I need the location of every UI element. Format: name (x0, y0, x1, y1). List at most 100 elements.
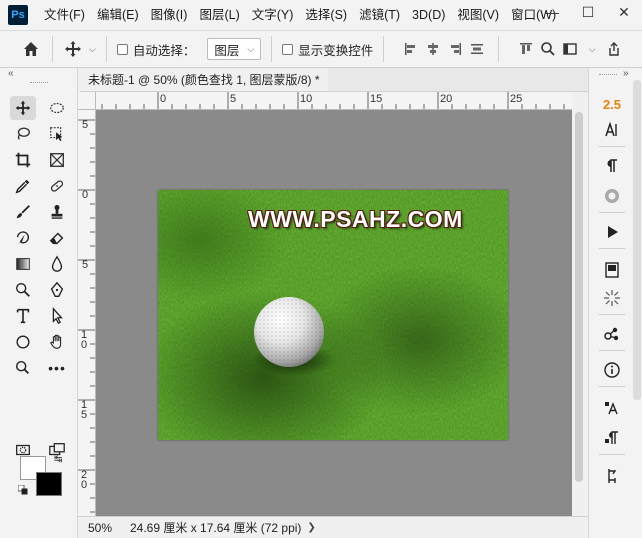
workspace-icon[interactable] (559, 38, 581, 60)
vertical-ruler-ticks (78, 119, 95, 513)
pen-icon[interactable] (44, 278, 70, 302)
menu-edit[interactable]: 编辑(E) (91, 0, 145, 30)
chevron-down-icon[interactable]: ⌵ (581, 38, 603, 60)
window-controls: — ☐ ✕ (534, 0, 642, 24)
vertical-ruler[interactable]: 5 0 5 10 15 20 (78, 110, 96, 516)
document-tab-title: 未标题-1 @ 50% (颜色查找 1, 图层蒙版/8) * (88, 73, 320, 87)
horizontal-ruler[interactable]: 0 5 10 15 20 25 (96, 92, 572, 110)
crop-icon[interactable] (10, 148, 36, 172)
auto-select-checkbox[interactable] (116, 43, 128, 55)
properties-icon[interactable] (599, 322, 625, 346)
home-icon[interactable] (20, 38, 42, 60)
menu-3d[interactable]: 3D(D) (406, 0, 451, 30)
history-brush-icon[interactable] (10, 226, 36, 250)
chevron-right-icon[interactable]: ❯ (307, 522, 315, 533)
collapse-panel-icon[interactable]: « (8, 68, 14, 79)
share-icon[interactable] (603, 38, 625, 60)
eraser-icon[interactable] (44, 226, 70, 250)
divider (599, 146, 625, 147)
menu-view[interactable]: 视图(V) (451, 0, 505, 30)
menu-file[interactable]: 文件(F) (38, 0, 91, 30)
path-selection-icon[interactable] (44, 304, 70, 328)
type-icon[interactable] (10, 304, 36, 328)
canvas-area[interactable]: WWW.PSAHZ.COM (96, 110, 572, 516)
character-styles-icon[interactable] (599, 396, 625, 420)
quick-mask-icon[interactable] (10, 438, 36, 462)
golf-ball (254, 297, 324, 367)
align-left-icon[interactable] (400, 38, 422, 60)
divider (52, 36, 53, 62)
document-tab[interactable]: 未标题-1 @ 50% (颜色查找 1, 图层蒙版/8) * × (80, 68, 334, 92)
zoom-level-field[interactable]: 50% (78, 521, 122, 535)
divider (599, 314, 625, 315)
clone-stamp-icon[interactable] (44, 200, 70, 224)
ruler-origin[interactable] (78, 92, 96, 110)
character-icon[interactable] (599, 118, 625, 142)
divider (599, 454, 625, 455)
align-right-icon[interactable] (444, 38, 466, 60)
ruler-label: 20 (440, 93, 453, 105)
show-transform-checkbox[interactable] (282, 43, 294, 55)
frame-icon[interactable] (44, 148, 70, 172)
object-select-icon[interactable] (44, 122, 70, 146)
swatches-icon[interactable] (599, 184, 625, 208)
watermark-text: WWW.PSAHZ.COM (248, 206, 463, 232)
align-top-icon[interactable] (515, 38, 537, 60)
menu-filter[interactable]: 滤镜(T) (353, 0, 406, 30)
ruler-label: 5 (81, 259, 89, 271)
artboard-image[interactable]: WWW.PSAHZ.COM (158, 190, 508, 440)
healing-brush-icon[interactable] (44, 174, 70, 198)
vertical-scrollbar[interactable] (572, 92, 586, 516)
lasso-icon[interactable] (10, 122, 36, 146)
ruler-label: 10 (80, 329, 88, 351)
adjustments-icon[interactable] (599, 286, 625, 310)
ellipse-shape-icon[interactable] (10, 330, 36, 354)
hand-icon[interactable] (44, 330, 70, 354)
blur-icon[interactable] (44, 252, 70, 276)
history-icon[interactable] (599, 464, 625, 488)
close-button[interactable]: ✕ (606, 0, 642, 24)
ruler-label: 15 (80, 399, 88, 421)
info-icon[interactable] (599, 358, 625, 382)
menu-image[interactable]: 图像(I) (145, 0, 194, 30)
elliptical-marquee-icon[interactable] (44, 96, 70, 120)
screen-mode-icon[interactable] (44, 438, 70, 462)
minimize-button[interactable]: — (534, 0, 570, 24)
eyedropper-icon[interactable] (10, 174, 36, 198)
menu-layer[interactable]: 图层(L) (193, 0, 245, 30)
zoom-icon[interactable] (10, 356, 36, 380)
divider (498, 36, 500, 62)
libraries-icon[interactable] (599, 258, 625, 282)
menu-type[interactable]: 文字(Y) (246, 0, 300, 30)
gradient-icon[interactable] (10, 252, 36, 276)
brush-icon[interactable] (10, 200, 36, 224)
align-center-icon[interactable] (422, 38, 444, 60)
scrollbar-thumb[interactable] (575, 112, 583, 482)
default-colors-icon[interactable] (17, 484, 28, 495)
search-icon[interactable] (537, 38, 559, 60)
chevron-down-icon: ⌵ (247, 43, 255, 54)
paragraph-icon[interactable] (599, 154, 625, 178)
paragraph-styles-icon[interactable] (599, 426, 625, 450)
photoshop-window: Ps 文件(F) 编辑(E) 图像(I) 图层(L) 文字(Y) 选择(S) 滤… (0, 0, 642, 538)
panel-grip[interactable] (30, 82, 48, 85)
tab-bar-empty (328, 68, 590, 92)
maximize-button[interactable]: ☐ (570, 0, 606, 24)
distribute-icon[interactable] (466, 38, 488, 60)
panel-grip[interactable] (599, 74, 617, 77)
dodge-icon[interactable] (10, 278, 36, 302)
panel-scrollbar[interactable] (633, 80, 641, 400)
align-buttons (400, 38, 488, 60)
auto-select-target-dropdown[interactable]: 图层 ⌵ (207, 38, 262, 60)
collapse-panel-icon[interactable]: » (623, 68, 629, 79)
move-tool-icon[interactable] (10, 96, 36, 120)
right-option-buttons: ⌵ (515, 38, 625, 60)
move-tool-preset[interactable]: ⌵ (63, 39, 96, 59)
menu-select[interactable]: 选择(S) (299, 0, 353, 30)
background-color-swatch[interactable] (36, 472, 62, 496)
play-action-icon[interactable] (599, 220, 625, 244)
divider (383, 36, 385, 62)
menu-items: 文件(F) 编辑(E) 图像(I) 图层(L) 文字(Y) 选择(S) 滤镜(T… (38, 0, 562, 30)
glyph-size-value[interactable]: 2.5 (599, 92, 625, 116)
more-tools-icon[interactable]: ••• (44, 356, 70, 380)
